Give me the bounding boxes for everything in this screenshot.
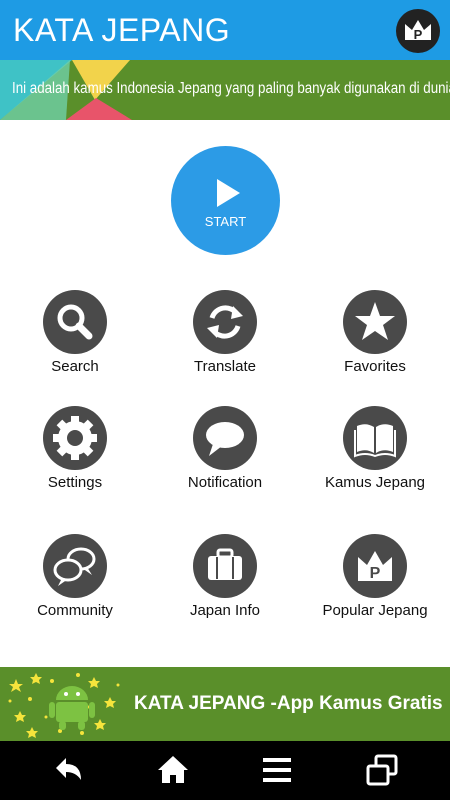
android-stars-icon — [8, 673, 120, 738]
settings-label: Settings — [47, 474, 103, 491]
favorites-label: Favorites — [344, 358, 406, 375]
svg-text:P: P — [370, 565, 381, 582]
kamus-jepang-button[interactable]: Kamus Jepang — [300, 406, 450, 516]
speech-bubble-icon — [193, 406, 257, 470]
favorites-button[interactable]: Favorites — [300, 290, 450, 400]
menu-icon[interactable] — [257, 750, 297, 790]
kamus-jepang-label: Kamus Jepang — [324, 474, 426, 491]
search-button[interactable]: Search — [0, 290, 150, 400]
japan-info-button[interactable]: Japan Info — [150, 534, 300, 644]
chat-bubbles-icon — [43, 534, 107, 598]
translate-label: Translate — [194, 358, 256, 375]
settings-button[interactable]: Settings — [0, 406, 150, 516]
banner-ad[interactable]: Ini adalah kamus Indonesia Jepang yang p… — [0, 60, 450, 120]
star-icon — [343, 290, 407, 354]
play-icon — [217, 179, 240, 207]
promo-banner[interactable]: KATA JEPANG -App Kamus Gratis — [0, 667, 450, 741]
back-icon[interactable] — [48, 750, 88, 790]
home-icon[interactable] — [153, 750, 193, 790]
community-label: Community — [37, 602, 113, 619]
japan-info-label: Japan Info — [189, 602, 261, 619]
app-title: KATA JEPANG — [13, 12, 231, 48]
crown-p-icon: P — [343, 534, 407, 598]
search-label: Search — [51, 358, 99, 375]
briefcase-icon — [193, 534, 257, 598]
notification-button[interactable]: Notification — [150, 406, 300, 516]
refresh-icon — [193, 290, 257, 354]
book-icon — [343, 406, 407, 470]
notification-label: Notification — [187, 474, 263, 491]
banner-text: Ini adalah kamus Indonesia Jepang yang p… — [12, 80, 450, 97]
promo-text: KATA JEPANG -App Kamus Gratis — [134, 693, 443, 714]
recent-apps-icon[interactable] — [362, 750, 402, 790]
system-nav-bar — [0, 741, 450, 800]
community-button[interactable]: Community — [0, 534, 150, 644]
popular-jepang-button[interactable]: P Popular Jepang — [300, 534, 450, 644]
search-icon — [43, 290, 107, 354]
translate-button[interactable]: Translate — [150, 290, 300, 400]
start-label: START — [204, 214, 247, 229]
popular-jepang-label: Popular Jepang — [322, 602, 428, 619]
svg-text:P: P — [414, 27, 423, 42]
gear-icon — [43, 406, 107, 470]
start-button[interactable]: START — [171, 146, 280, 255]
app-header: KATA JEPANG P — [0, 0, 450, 60]
crown-p-icon[interactable]: P — [396, 9, 440, 53]
